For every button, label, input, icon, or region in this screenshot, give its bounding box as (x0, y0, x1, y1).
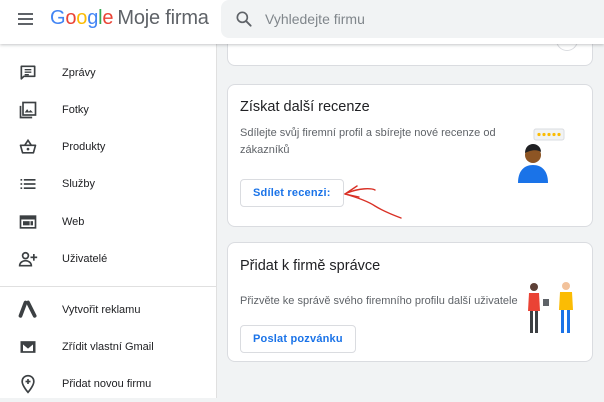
google-ads-icon (18, 300, 37, 318)
app-logo[interactable]: Google Moje firma (50, 7, 209, 30)
sidebar-item-web[interactable]: Web (0, 204, 216, 240)
list-icon (20, 179, 36, 189)
sidebar-item-label: Zřídit vlastní Gmail (62, 341, 154, 353)
card-description: Sdílejte svůj firemní profil a sbírejte … (240, 127, 496, 156)
sidebar-item-label: Vytvořit reklamu (62, 304, 141, 316)
basket-icon (19, 138, 37, 154)
gmail-icon (20, 341, 36, 353)
sidebar-item-messages[interactable]: Zprávy (0, 55, 216, 91)
sidebar-nav: Zprávy Fotky Produkty Služby Web Uživate… (0, 44, 217, 398)
card-title: Získat další recenze (240, 99, 370, 115)
sidebar-item-photos[interactable]: Fotky (0, 92, 216, 128)
message-icon (20, 65, 36, 80)
web-icon (19, 215, 37, 229)
share-review-button[interactable]: Sdílet recenzi: (240, 179, 344, 207)
sidebar-item-services[interactable]: Služby (0, 166, 216, 202)
reviewer-illustration (518, 128, 565, 183)
sidebar-divider (0, 286, 216, 287)
annotation-arrow (344, 185, 402, 219)
logo-letter: o (65, 7, 77, 29)
menu-icon[interactable] (18, 10, 38, 30)
search-bar[interactable] (221, 0, 604, 38)
app-name: Moje firma (117, 7, 209, 29)
sidebar-item-label: Fotky (62, 104, 89, 116)
sidebar-item-users[interactable]: Uživatelé (0, 241, 216, 277)
logo-letter: e (102, 7, 114, 29)
top-app-bar: Google Moje firma (0, 0, 604, 44)
search-input[interactable] (265, 7, 585, 31)
sidebar-item-label: Služby (62, 178, 96, 190)
sidebar-item-label: Produkty (62, 141, 106, 153)
add-location-icon (21, 374, 35, 394)
photos-icon (19, 101, 37, 119)
sidebar-item-label: Zprávy (62, 67, 96, 79)
add-user-icon (18, 251, 38, 267)
sidebar-item-create-ad[interactable]: Vytvořit reklamu (0, 292, 216, 328)
sidebar-item-label: Web (62, 216, 85, 228)
logo-letter: G (50, 7, 66, 29)
logo-letter: g (87, 7, 99, 29)
sidebar-item-products[interactable]: Produkty (0, 129, 216, 165)
sidebar-item-gmail[interactable]: Zřídit vlastní Gmail (0, 329, 216, 365)
card-description: Přizvěte ke správě svého firemního profi… (240, 295, 518, 307)
get-reviews-card: Získat další recenze Sdílejte svůj firem… (227, 84, 593, 227)
card-title: Přidat k firmě správce (240, 258, 381, 274)
sidebar-item-add-business[interactable]: Přidat novou firmu (0, 366, 216, 402)
send-invite-button[interactable]: Poslat pozvánku (240, 325, 356, 353)
main-content: Získat další recenze Sdílejte svůj firem… (217, 36, 604, 398)
add-manager-card: Přidat k firmě správce Přizvěte ke správ… (227, 242, 593, 362)
sidebar-item-label: Přidat novou firmu (62, 378, 152, 390)
logo-letter: o (76, 7, 88, 29)
sidebar-item-label: Uživatelé (62, 253, 108, 265)
team-illustration (528, 282, 573, 333)
search-icon[interactable] (234, 9, 254, 29)
